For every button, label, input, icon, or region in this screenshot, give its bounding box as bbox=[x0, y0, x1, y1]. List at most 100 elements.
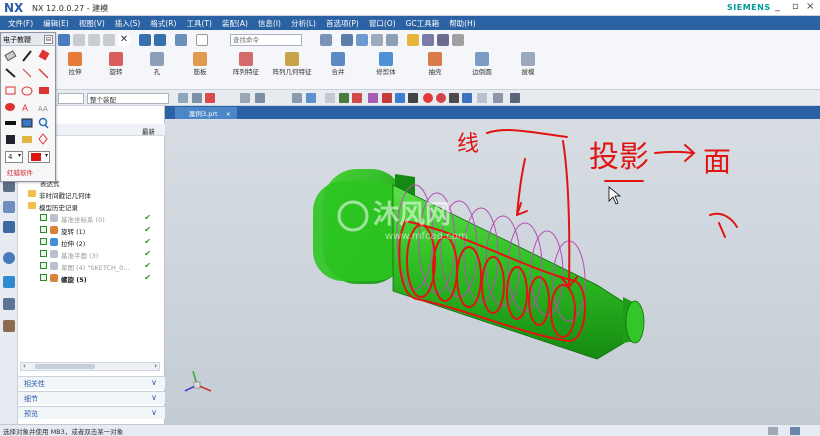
render-style-icon[interactable] bbox=[341, 34, 353, 46]
magnifier-icon[interactable] bbox=[38, 117, 49, 129]
thin-line-icon[interactable] bbox=[22, 68, 32, 78]
minimize-icon[interactable]: _ bbox=[775, 1, 780, 12]
menu-format[interactable]: 格式(R) bbox=[145, 16, 181, 30]
pen-icon[interactable] bbox=[22, 50, 32, 62]
cube-view-icon[interactable] bbox=[356, 34, 368, 46]
menu-analysis[interactable]: 分析(L) bbox=[286, 16, 321, 30]
snap-icon[interactable] bbox=[175, 34, 187, 46]
type-filter-select[interactable] bbox=[58, 93, 84, 104]
visibility-checkbox[interactable] bbox=[40, 238, 47, 245]
draft-button[interactable]: 拔模 bbox=[508, 52, 548, 76]
visibility-checkbox[interactable] bbox=[40, 274, 47, 281]
snap-line-icon[interactable] bbox=[395, 93, 405, 103]
screen-icon[interactable] bbox=[21, 118, 33, 128]
snap-slash-icon[interactable] bbox=[462, 93, 472, 103]
unite-button[interactable]: 合并 bbox=[318, 52, 358, 76]
snap-curve-icon[interactable] bbox=[368, 93, 378, 103]
fullscreen-icon[interactable] bbox=[790, 427, 800, 435]
scroll-left-icon[interactable]: ‹ bbox=[23, 362, 26, 370]
text-icon[interactable]: A bbox=[22, 104, 29, 114]
visibility-checkbox[interactable] bbox=[40, 214, 47, 221]
floppy-save-icon[interactable] bbox=[6, 135, 15, 144]
visibility-checkbox[interactable] bbox=[40, 226, 47, 233]
rect-select-icon[interactable] bbox=[255, 93, 265, 103]
tree-row[interactable]: 非时间戳记几何体 bbox=[18, 188, 165, 200]
tree-row[interactable]: 螺旋 (5) ✔ bbox=[18, 272, 165, 284]
orient-icon[interactable] bbox=[371, 34, 383, 46]
menu-gc-toolbox[interactable]: GC工具箱 bbox=[401, 16, 445, 30]
tree-row[interactable]: 旋转 (1) ✔ bbox=[18, 224, 165, 236]
tree-row[interactable]: 模型历史记录 bbox=[18, 200, 165, 212]
folder-open-icon[interactable] bbox=[22, 136, 32, 143]
revolve-button[interactable]: 旋转 bbox=[96, 52, 136, 76]
restore-icon[interactable]: ▫ bbox=[792, 1, 799, 12]
snap-center-icon[interactable] bbox=[423, 93, 433, 103]
highlighter-icon[interactable] bbox=[38, 49, 50, 61]
snap-cross-icon[interactable] bbox=[449, 93, 459, 103]
snap-vertical-icon[interactable] bbox=[408, 93, 418, 103]
pattern-feature-button[interactable]: 阵列特征 bbox=[226, 52, 266, 76]
snap-end-icon[interactable] bbox=[325, 93, 335, 103]
system-material-icon[interactable] bbox=[3, 276, 15, 288]
snap-mid-icon[interactable] bbox=[339, 93, 349, 103]
menu-information[interactable]: 信息(I) bbox=[253, 16, 286, 30]
delete-icon[interactable]: ✕ bbox=[118, 34, 130, 46]
rectangle-icon[interactable] bbox=[5, 86, 16, 95]
eraser-icon[interactable] bbox=[4, 50, 17, 62]
menu-tools[interactable]: 工具(T) bbox=[181, 16, 216, 30]
edge-blend-button[interactable]: 边倒圆 bbox=[462, 52, 502, 76]
measure-icon[interactable] bbox=[422, 34, 434, 46]
menu-preferences[interactable]: 首选项(P) bbox=[321, 16, 364, 30]
panel-details[interactable]: 细节 ∨ bbox=[18, 391, 165, 404]
window-toggle-icon[interactable] bbox=[196, 34, 208, 46]
pattern-geometry-button[interactable]: 阵列几何特征 bbox=[272, 52, 312, 76]
clock-icon[interactable] bbox=[3, 252, 15, 264]
snap-point-icon[interactable] bbox=[240, 93, 250, 103]
palette-minimize-icon[interactable]: ⊟ bbox=[44, 35, 53, 44]
menu-window[interactable]: 窗口(O) bbox=[364, 16, 401, 30]
panel-preview[interactable]: 预览 ∨ bbox=[18, 406, 165, 419]
solid-icon[interactable] bbox=[306, 93, 316, 103]
tree-row[interactable]: 基准坐标系 (0) ✔ bbox=[18, 212, 165, 224]
more-icon[interactable] bbox=[452, 34, 464, 46]
section-icon[interactable] bbox=[386, 34, 398, 46]
graphics-window[interactable]: 线 投影 面 沐风网 www.mfcad.com bbox=[165, 119, 820, 424]
tree-row[interactable]: 拉伸 (2) ✔ bbox=[18, 236, 165, 248]
pen-color-select[interactable]: ▾ bbox=[28, 151, 50, 163]
select-icon[interactable] bbox=[192, 93, 202, 103]
paste-icon[interactable] bbox=[103, 34, 115, 46]
filter-icon[interactable] bbox=[178, 93, 188, 103]
show-icon[interactable] bbox=[292, 93, 302, 103]
snap-circle-icon[interactable] bbox=[436, 93, 446, 103]
menu-help[interactable]: 帮助(H) bbox=[444, 16, 481, 30]
copy-icon[interactable] bbox=[88, 34, 100, 46]
snap-off-icon[interactable] bbox=[510, 93, 520, 103]
analysis-icon[interactable] bbox=[437, 34, 449, 46]
extrude-button[interactable]: 拉伸 bbox=[55, 52, 95, 76]
line-width-select[interactable]: 4 ▾ bbox=[5, 151, 23, 163]
arrow-icon[interactable] bbox=[38, 68, 49, 79]
tab-close-icon[interactable]: × bbox=[226, 110, 231, 118]
visibility-checkbox[interactable] bbox=[40, 262, 47, 269]
cut-icon[interactable] bbox=[73, 34, 85, 46]
diamond-icon[interactable] bbox=[38, 133, 48, 145]
command-search-input[interactable] bbox=[230, 34, 302, 46]
save-icon[interactable] bbox=[58, 34, 70, 46]
undo-icon[interactable] bbox=[139, 34, 151, 46]
tab-case3[interactable]: 案例3.prt × bbox=[175, 107, 238, 119]
menu-assembly[interactable]: 装配(A) bbox=[217, 16, 253, 30]
ellipse-icon[interactable] bbox=[21, 86, 33, 96]
shell-button[interactable]: 抽壳 bbox=[415, 52, 455, 76]
web-browser-icon[interactable] bbox=[3, 201, 15, 213]
panel-dependencies[interactable]: 相关性 ∨ bbox=[18, 376, 165, 389]
scroll-right-icon[interactable]: › bbox=[154, 362, 157, 370]
roles-icon[interactable] bbox=[3, 320, 15, 332]
snap-control-icon[interactable] bbox=[352, 93, 362, 103]
font-icon[interactable]: AA bbox=[38, 105, 48, 113]
light-icon[interactable] bbox=[407, 34, 419, 46]
snap-tangent-icon[interactable] bbox=[382, 93, 392, 103]
menu-file[interactable]: 文件(F) bbox=[0, 16, 38, 30]
hole-button[interactable]: 孔 bbox=[137, 52, 177, 76]
history-icon[interactable] bbox=[3, 221, 15, 233]
close-window-icon[interactable]: × bbox=[806, 1, 814, 12]
